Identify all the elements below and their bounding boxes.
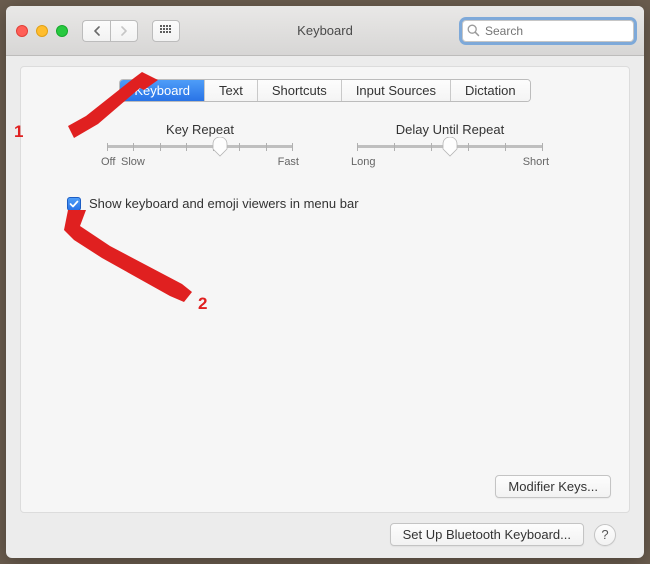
- checkmark-icon: [69, 199, 79, 209]
- tab-bar: Keyboard Text Shortcuts Input Sources Di…: [119, 79, 530, 102]
- titlebar: Keyboard: [6, 6, 644, 56]
- key-repeat-fast-label: Fast: [278, 156, 299, 168]
- back-button[interactable]: [82, 20, 110, 42]
- delay-repeat-label: Delay Until Repeat: [357, 122, 543, 137]
- sliders-row: Key Repeat Off Slow: [41, 122, 609, 168]
- delay-repeat-marks: Long Short: [357, 156, 543, 168]
- help-icon: ?: [601, 527, 608, 542]
- preferences-window: Keyboard Keyboard Text Shortcuts Input S…: [6, 6, 644, 558]
- delay-repeat-long-label: Long: [351, 156, 375, 168]
- key-repeat-label: Key Repeat: [107, 122, 293, 137]
- chevron-right-icon: [120, 26, 128, 36]
- close-button[interactable]: [16, 25, 28, 37]
- delay-repeat-short-label: Short: [523, 156, 549, 168]
- chevron-left-icon: [93, 26, 101, 36]
- show-viewers-checkbox[interactable]: [67, 197, 81, 211]
- tab-keyboard[interactable]: Keyboard: [120, 80, 205, 101]
- tab-input-sources[interactable]: Input Sources: [342, 80, 451, 101]
- delay-repeat-group: Delay Until Repeat Long Shor: [357, 122, 543, 168]
- key-repeat-group: Key Repeat Off Slow: [107, 122, 293, 168]
- traffic-lights: [16, 25, 68, 37]
- search-input[interactable]: [462, 20, 634, 42]
- bluetooth-keyboard-button[interactable]: Set Up Bluetooth Keyboard...: [390, 523, 584, 546]
- show-viewers-label: Show keyboard and emoji viewers in menu …: [89, 196, 359, 211]
- delay-repeat-slider[interactable]: Long Short: [357, 145, 543, 168]
- search-icon: [467, 24, 480, 40]
- tab-shortcuts[interactable]: Shortcuts: [258, 80, 342, 101]
- search-field-wrap: [462, 20, 634, 42]
- show-viewers-row: Show keyboard and emoji viewers in menu …: [67, 196, 609, 211]
- show-all-button[interactable]: [152, 20, 180, 42]
- key-repeat-slider[interactable]: Off Slow Fast: [107, 145, 293, 168]
- content-area: Keyboard Text Shortcuts Input Sources Di…: [6, 56, 644, 558]
- key-repeat-off-label: Off: [101, 156, 115, 168]
- key-repeat-marks: Off Slow Fast: [107, 156, 293, 168]
- zoom-button[interactable]: [56, 25, 68, 37]
- main-panel: Keyboard Text Shortcuts Input Sources Di…: [20, 66, 630, 513]
- key-repeat-slow-label: Slow: [121, 156, 145, 168]
- nav-back-forward: [82, 20, 138, 42]
- minimize-button[interactable]: [36, 25, 48, 37]
- footer-row: Set Up Bluetooth Keyboard... ?: [20, 513, 630, 546]
- delay-repeat-thumb[interactable]: [442, 137, 458, 157]
- key-repeat-thumb[interactable]: [212, 137, 228, 157]
- tab-text[interactable]: Text: [205, 80, 258, 101]
- grid-icon: [160, 25, 172, 37]
- modifier-keys-button[interactable]: Modifier Keys...: [495, 475, 611, 498]
- tab-dictation[interactable]: Dictation: [451, 80, 530, 101]
- forward-button[interactable]: [110, 20, 138, 42]
- help-button[interactable]: ?: [594, 524, 616, 546]
